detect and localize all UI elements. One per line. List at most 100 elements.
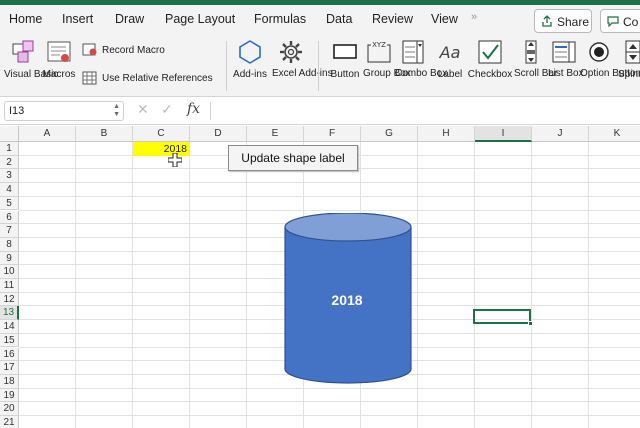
add-ins-icon <box>239 40 261 64</box>
row-header-9[interactable]: 9 <box>0 251 19 266</box>
ribbon-separator <box>318 41 319 91</box>
use-relative-references-button[interactable]: Use Relative References <box>82 70 222 88</box>
ribbon-tabs: Home Insert Draw Page Layout Formulas Da… <box>0 5 640 35</box>
row-header-17[interactable]: 17 <box>0 361 19 375</box>
column-header-i[interactable]: I <box>475 126 532 142</box>
scroll-bar-label: Scroll Bar <box>514 68 558 79</box>
excel-add-ins-button[interactable]: Excel Add-ins <box>272 35 333 97</box>
checkbox-icon <box>478 40 502 64</box>
group-box-label: Group Box <box>363 68 411 79</box>
select-all-corner[interactable] <box>0 126 19 142</box>
shape-label: 2018 <box>331 292 363 308</box>
option-button-control[interactable]: Option Button <box>580 35 640 97</box>
update-shape-label-button[interactable]: Update shape label <box>228 145 358 171</box>
row-header-8[interactable]: 8 <box>0 237 19 252</box>
group-box-control[interactable]: XYZ Group Box <box>363 35 411 97</box>
grid-row-line <box>19 401 640 403</box>
active-cell-selection[interactable] <box>473 309 533 326</box>
column-header-b[interactable]: B <box>76 126 133 142</box>
form-button-control[interactable]: Button <box>327 35 363 97</box>
radio-button-icon <box>589 42 609 62</box>
checkbox-label: Checkbox <box>467 69 513 80</box>
spreadsheet-grid[interactable]: A B C D E F G H I J K 1 2 3 4 5 6 7 8 9 10 11 12 13 14 15 16 17 18 19… <box>0 126 640 428</box>
row-header-4[interactable]: 4 <box>0 183 19 197</box>
insert-function-icon[interactable]: fx <box>187 101 200 117</box>
tab-draw[interactable]: Draw <box>115 12 144 26</box>
macros-label: Macros <box>42 69 76 80</box>
name-box[interactable]: I13 ▲ ▼ <box>4 101 124 121</box>
column-header-f[interactable]: F <box>304 126 361 142</box>
list-box-label: List Box <box>548 68 584 79</box>
row-header-10[interactable]: 10 <box>0 265 19 279</box>
column-header-c[interactable]: C <box>133 126 190 142</box>
label-control[interactable]: Aa Label <box>433 35 467 97</box>
ribbon-separator <box>226 41 227 91</box>
row-header-13[interactable]: 13 <box>0 306 19 321</box>
macros-button[interactable]: Macros <box>42 35 76 97</box>
column-header-a[interactable]: A <box>19 126 76 142</box>
spinner-control[interactable]: Spinn <box>618 35 640 97</box>
column-header-k[interactable]: K <box>589 126 640 142</box>
name-box-value: I13 <box>9 105 25 117</box>
record-macro-button[interactable]: Record Macro <box>82 42 202 60</box>
row-header-3[interactable]: 3 <box>0 169 19 184</box>
fill-handle[interactable] <box>528 321 533 326</box>
column-header-g[interactable]: G <box>361 126 418 142</box>
tab-view[interactable]: View <box>431 12 458 26</box>
row-header-7[interactable]: 7 <box>0 224 19 238</box>
row-header-15[interactable]: 15 <box>0 333 19 348</box>
scroll-bar-icon <box>525 40 537 64</box>
grid-row-line <box>19 209 640 211</box>
tab-page-layout[interactable]: Page Layout <box>165 12 235 26</box>
row-header-20[interactable]: 20 <box>0 402 19 416</box>
row-header-21[interactable]: 21 <box>0 416 19 428</box>
enter-icon[interactable]: ✓ <box>161 101 173 118</box>
tab-home[interactable]: Home <box>9 12 42 26</box>
name-box-stepper-icon[interactable]: ▲ ▼ <box>113 103 120 119</box>
more-tabs-icon[interactable]: » <box>471 11 477 23</box>
tab-data[interactable]: Data <box>326 12 352 26</box>
column-header-h[interactable]: H <box>418 126 475 142</box>
list-box-icon <box>552 41 576 63</box>
column-header-j[interactable]: J <box>532 126 589 142</box>
comments-button[interactable]: Co <box>600 9 640 33</box>
grid-column-line <box>531 142 532 428</box>
cancel-icon[interactable]: ✕ <box>137 101 149 118</box>
tab-insert[interactable]: Insert <box>62 12 93 26</box>
row-header-1[interactable]: 1 <box>0 142 19 156</box>
formula-bar-separator <box>210 102 211 120</box>
grid-column-line <box>588 142 589 428</box>
row-header-18[interactable]: 18 <box>0 374 19 389</box>
combo-box-label: Combo Box <box>395 68 448 79</box>
add-ins-button[interactable]: Add-ins <box>230 35 270 97</box>
label-control-icon: Aa <box>439 43 461 62</box>
row-header-19[interactable]: 19 <box>0 388 19 403</box>
row-header-12[interactable]: 12 <box>0 292 19 307</box>
row-header-2[interactable]: 2 <box>0 155 19 170</box>
grid-column-line <box>417 142 418 428</box>
visual-basic-button[interactable]: Visual Basic <box>4 35 58 97</box>
excel-add-ins-label: Excel Add-ins <box>272 68 333 79</box>
svg-text:XYZ: XYZ <box>372 41 386 49</box>
list-box-control[interactable]: List Box <box>548 35 584 97</box>
row-header-16[interactable]: 16 <box>0 347 19 362</box>
row-header-5[interactable]: 5 <box>0 196 19 211</box>
column-header-e[interactable]: E <box>247 126 304 142</box>
comment-icon <box>607 16 619 27</box>
add-ins-label: Add-ins <box>233 69 267 80</box>
combo-box-control[interactable]: Combo Box <box>395 35 448 97</box>
formula-input[interactable] <box>218 103 638 119</box>
combo-box-icon <box>402 40 424 64</box>
share-icon <box>542 15 552 27</box>
row-header-6[interactable]: 6 <box>0 210 19 225</box>
row-header-11[interactable]: 11 <box>0 279 19 293</box>
share-button[interactable]: Share <box>534 9 592 33</box>
tab-formulas[interactable]: Formulas <box>254 12 306 26</box>
scroll-bar-control[interactable]: Scroll Bar <box>514 35 558 97</box>
comments-label: Co <box>623 15 639 29</box>
grid-column-line <box>474 142 475 428</box>
column-header-d[interactable]: D <box>190 126 247 142</box>
row-header-14[interactable]: 14 <box>0 320 19 334</box>
tab-review[interactable]: Review <box>372 12 413 26</box>
checkbox-control[interactable]: Checkbox <box>467 35 513 97</box>
